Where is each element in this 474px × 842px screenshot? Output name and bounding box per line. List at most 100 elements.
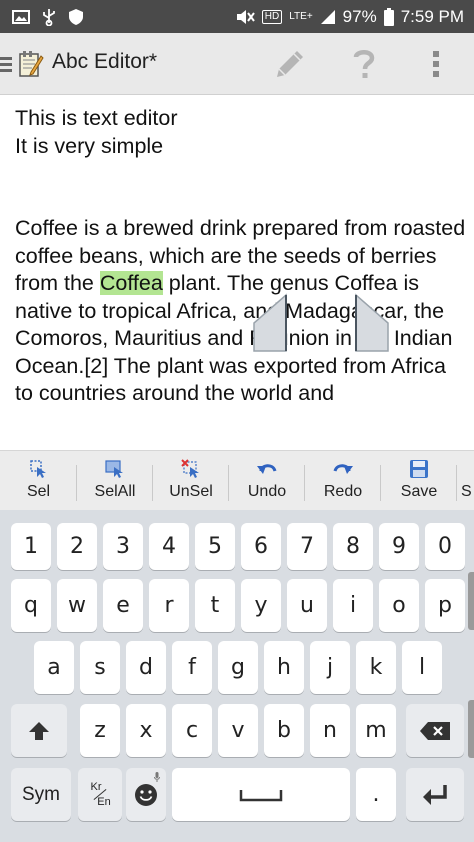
app-title: Abc Editor* — [52, 50, 158, 73]
key-v[interactable]: v — [218, 704, 258, 757]
edge-panel-handle[interactable] — [468, 700, 474, 758]
key-o[interactable]: o — [379, 579, 419, 632]
select-all-button[interactable]: SelAll — [77, 451, 153, 511]
microphone-icon — [154, 772, 160, 782]
key-z[interactable]: z — [80, 704, 120, 757]
key-h[interactable]: h — [264, 641, 304, 694]
editor-content[interactable]: This is text editor It is very simple Co… — [15, 105, 467, 408]
help-button[interactable] — [336, 33, 392, 95]
action-bar: Abc Editor* — [0, 33, 474, 95]
text-selection[interactable]: Coffea — [99, 271, 163, 295]
emoji-icon — [135, 783, 157, 806]
key-y[interactable]: y — [241, 579, 281, 632]
key-4[interactable]: 4 — [149, 523, 189, 570]
clock: 7:59 PM — [400, 6, 464, 26]
key-a[interactable]: a — [34, 641, 74, 694]
emoji-key[interactable] — [126, 768, 166, 821]
overflow-icon — [433, 51, 439, 77]
key-q[interactable]: q — [11, 579, 51, 632]
editor-line: It is very simple — [15, 133, 164, 158]
key-3[interactable]: 3 — [103, 523, 143, 570]
menu-icon[interactable] — [0, 55, 14, 75]
space-icon — [239, 789, 283, 801]
edit-button[interactable] — [262, 33, 318, 95]
undo-button[interactable]: Undo — [229, 451, 305, 511]
edge-panel-handle[interactable] — [468, 572, 474, 630]
edit-toolbar: Sel SelAll UnSel Undo Redo Save S — [0, 450, 474, 510]
shift-key[interactable] — [11, 704, 67, 757]
save-icon — [410, 460, 428, 478]
key-7[interactable]: 7 — [287, 523, 327, 570]
status-bar: HD LTE+ 97% 7:59 PM — [0, 0, 474, 33]
key-8[interactable]: 8 — [333, 523, 373, 570]
redo-button[interactable]: Redo — [305, 451, 381, 511]
key-6[interactable]: 6 — [241, 523, 281, 570]
key-j[interactable]: j — [310, 641, 350, 694]
backspace-key[interactable] — [406, 704, 464, 757]
key-e[interactable]: e — [103, 579, 143, 632]
more-toolbar-button[interactable]: S — [457, 451, 474, 511]
symbols-key[interactable]: Sym — [11, 768, 71, 821]
editor-line: This is text editor — [15, 106, 178, 130]
undo-icon — [257, 464, 277, 474]
key-u[interactable]: u — [287, 579, 327, 632]
key-c[interactable]: c — [172, 704, 212, 757]
select-all-icon — [105, 460, 123, 478]
enter-key[interactable] — [406, 768, 464, 821]
key-9[interactable]: 9 — [379, 523, 419, 570]
key-1[interactable]: 1 — [11, 523, 51, 570]
enter-icon — [423, 784, 447, 805]
save-button[interactable]: Save — [381, 451, 457, 511]
toolbar-label: SelAll — [94, 483, 136, 500]
notepad-icon — [19, 51, 44, 77]
space-key[interactable] — [172, 768, 350, 821]
key-d[interactable]: d — [126, 641, 166, 694]
period-key[interactable]: . — [356, 768, 396, 821]
text-editor[interactable]: This is text editor It is very simple Co… — [0, 95, 474, 450]
language-key[interactable]: Kr En — [78, 768, 122, 821]
signal-icon — [320, 9, 335, 24]
battery-icon — [383, 7, 394, 26]
key-b[interactable]: b — [264, 704, 304, 757]
key-0[interactable]: 0 — [425, 523, 465, 570]
key-g[interactable]: g — [218, 641, 258, 694]
key-m[interactable]: m — [356, 704, 396, 757]
hd-badge: HD — [261, 9, 283, 24]
selection-handle-start[interactable] — [250, 293, 290, 353]
toolbar-label: Sel — [26, 483, 51, 500]
key-t[interactable]: t — [195, 579, 235, 632]
select-button[interactable]: Sel — [0, 451, 77, 511]
unselect-button[interactable]: UnSel — [153, 451, 229, 511]
key-p[interactable]: p — [425, 579, 465, 632]
usb-icon — [43, 8, 55, 26]
shift-icon — [29, 721, 49, 740]
key-w[interactable]: w — [57, 579, 97, 632]
key-f[interactable]: f — [172, 641, 212, 694]
key-2[interactable]: 2 — [57, 523, 97, 570]
backspace-icon — [420, 721, 450, 740]
toolbar-label: S — [461, 483, 472, 500]
shield-icon — [69, 8, 83, 25]
key-s[interactable]: s — [80, 641, 120, 694]
selection-handle-end[interactable] — [352, 293, 392, 353]
key-5[interactable]: 5 — [195, 523, 235, 570]
toolbar-label: Save — [400, 483, 438, 500]
overflow-menu-button[interactable] — [408, 33, 464, 95]
key-r[interactable]: r — [149, 579, 189, 632]
key-n[interactable]: n — [310, 704, 350, 757]
language-top-label: Kr — [90, 781, 102, 793]
redo-icon — [333, 464, 353, 474]
key-i[interactable]: i — [333, 579, 373, 632]
toolbar-label: Redo — [323, 483, 363, 500]
key-x[interactable]: x — [126, 704, 166, 757]
mute-icon — [236, 9, 255, 24]
toolbar-label: Undo — [247, 483, 287, 500]
key-l[interactable]: l — [402, 641, 442, 694]
unselect-icon — [181, 459, 199, 478]
language-bottom-label: En — [97, 796, 111, 808]
help-icon — [353, 50, 375, 78]
toolbar-label: UnSel — [169, 483, 213, 500]
keyboard: 1 2 3 4 5 6 7 8 9 0 q w e r t y u i o p … — [0, 510, 474, 842]
battery-percent: 97% — [342, 6, 377, 26]
key-k[interactable]: k — [356, 641, 396, 694]
